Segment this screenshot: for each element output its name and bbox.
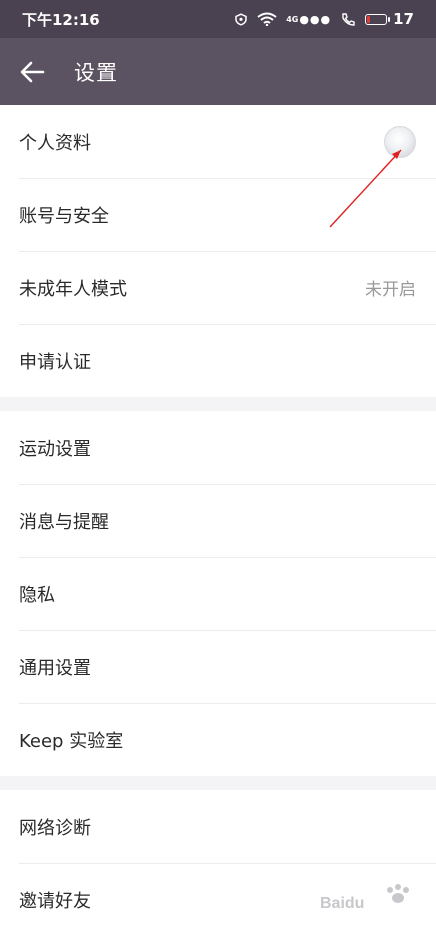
setting-label: 申请认证 xyxy=(19,351,91,373)
settings-group-general: 运动设置 消息与提醒 隐私 通用设置 Keep 实验室 xyxy=(0,411,436,776)
setting-label: 邀请好友 xyxy=(19,890,91,912)
setting-label: 个人资料 xyxy=(19,132,91,154)
wifi-icon xyxy=(257,12,277,26)
settings-group-account: 个人资料 账号与安全 未成年人模式 未开启 申请认证 xyxy=(0,105,436,397)
setting-label: 运动设置 xyxy=(19,438,91,460)
setting-label: 消息与提醒 xyxy=(19,511,109,533)
setting-label: 账号与安全 xyxy=(19,205,109,227)
setting-row-privacy[interactable]: 隐私 xyxy=(0,557,436,630)
settings-list: 个人资料 账号与安全 未成年人模式 未开启 申请认证 运动设置 消息与提醒 隐私… xyxy=(0,105,436,936)
setting-row-notifications[interactable]: 消息与提醒 xyxy=(0,484,436,557)
setting-row-invite-friends[interactable]: 邀请好友 xyxy=(0,863,436,936)
setting-row-profile[interactable]: 个人资料 xyxy=(0,105,436,178)
setting-label: 通用设置 xyxy=(19,657,91,679)
setting-label: Keep 实验室 xyxy=(19,730,124,752)
setting-value: 未开启 xyxy=(365,280,416,300)
setting-row-general[interactable]: 通用设置 xyxy=(0,630,436,703)
setting-row-account-security[interactable]: 账号与安全 xyxy=(0,178,436,251)
setting-row-verification[interactable]: 申请认证 xyxy=(0,324,436,397)
battery-icon xyxy=(365,13,391,25)
back-button[interactable] xyxy=(0,38,64,105)
avatar xyxy=(384,125,416,158)
setting-label: 隐私 xyxy=(19,584,55,606)
status-bar: 下午12:16 4G ●●● 17 xyxy=(0,0,436,38)
setting-label: 网络诊断 xyxy=(19,817,91,839)
arrow-left-icon xyxy=(20,61,45,82)
settings-group-other: 网络诊断 邀请好友 xyxy=(0,790,436,936)
battery-level: 17 xyxy=(393,10,414,28)
setting-row-minor-mode[interactable]: 未成年人模式 未开启 xyxy=(0,251,436,324)
status-time: 下午12:16 xyxy=(22,10,100,29)
page-title: 设置 xyxy=(74,60,118,85)
status-icons: 4G ●●● 17 xyxy=(234,10,414,28)
setting-label: 未成年人模式 xyxy=(19,278,127,300)
signal-icon: 4G ●●● xyxy=(286,12,332,26)
setting-row-network-diagnosis[interactable]: 网络诊断 xyxy=(0,790,436,863)
setting-row-lab[interactable]: Keep 实验室 xyxy=(0,703,436,776)
battery-indicator: 17 xyxy=(365,10,414,28)
alarm-icon xyxy=(235,13,247,26)
group-divider xyxy=(0,397,436,411)
call-icon xyxy=(342,13,355,26)
network-label: 4G xyxy=(286,14,299,24)
setting-row-sport[interactable]: 运动设置 xyxy=(0,411,436,484)
app-bar: 设置 xyxy=(0,38,436,105)
group-divider xyxy=(0,776,436,790)
